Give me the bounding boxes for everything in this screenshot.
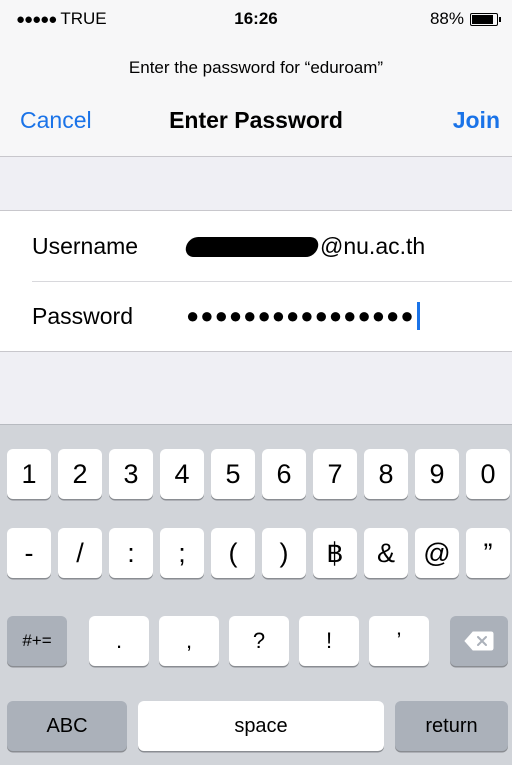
- username-suffix: @nu.ac.th: [320, 232, 426, 259]
- key-close-paren[interactable]: ): [262, 528, 306, 578]
- text-cursor: [416, 302, 420, 331]
- key-7[interactable]: 7: [313, 449, 357, 499]
- battery-percent: 88%: [429, 9, 464, 28]
- battery-fill: [472, 14, 494, 24]
- password-field[interactable]: ●●●●●●●●●●●●●●●●: [186, 302, 420, 331]
- page-title: Enter Password: [169, 107, 343, 133]
- symbols-key[interactable]: #+=: [7, 616, 67, 666]
- space-key[interactable]: space: [138, 701, 384, 751]
- key-9[interactable]: 9: [415, 449, 459, 499]
- username-label: Username: [32, 232, 139, 259]
- battery-status: 88%: [429, 9, 501, 29]
- key-3[interactable]: 3: [109, 449, 153, 499]
- return-key[interactable]: return: [395, 701, 508, 751]
- redaction-mark: [183, 237, 321, 258]
- password-label: Password: [32, 302, 133, 329]
- key-slash[interactable]: /: [58, 528, 102, 578]
- key-5[interactable]: 5: [211, 449, 255, 499]
- key-1[interactable]: 1: [7, 449, 51, 499]
- key-open-paren[interactable]: (: [211, 528, 255, 578]
- abc-key[interactable]: ABC: [7, 701, 127, 751]
- key-apostrophe[interactable]: ’: [369, 616, 429, 666]
- key-hyphen[interactable]: -: [7, 528, 51, 578]
- status-bar: ●●●●● TRUE 16:26 88%: [0, 0, 512, 40]
- key-at[interactable]: @: [415, 528, 459, 578]
- key-ampersand[interactable]: &: [364, 528, 408, 578]
- key-2[interactable]: 2: [58, 449, 102, 499]
- key-0[interactable]: 0: [466, 449, 510, 499]
- key-period[interactable]: .: [89, 616, 149, 666]
- key-quote[interactable]: ”: [466, 528, 510, 578]
- backspace-icon: [464, 631, 494, 651]
- password-mask: ●●●●●●●●●●●●●●●●: [186, 302, 415, 328]
- key-8[interactable]: 8: [364, 449, 408, 499]
- battery-icon: [470, 12, 501, 26]
- password-row[interactable]: Password ●●●●●●●●●●●●●●●●: [32, 281, 512, 351]
- key-colon[interactable]: :: [109, 528, 153, 578]
- key-baht[interactable]: ฿: [313, 528, 357, 578]
- keyboard: 1 2 3 4 5 6 7 8 9 0 - / : ; ( ) ฿ & @ ” …: [0, 424, 512, 765]
- password-prompt: Enter the password for “eduroam”: [128, 58, 384, 77]
- credentials-form: Username @nu.ac.th Password ●●●●●●●●●●●●…: [0, 210, 512, 352]
- key-semicolon[interactable]: ;: [160, 528, 204, 578]
- key-exclamation[interactable]: !: [299, 616, 359, 666]
- key-question[interactable]: ?: [229, 616, 289, 666]
- username-field[interactable]: @nu.ac.th: [183, 232, 426, 260]
- key-6[interactable]: 6: [262, 449, 306, 499]
- join-button[interactable]: Join: [453, 107, 500, 134]
- username-row[interactable]: Username @nu.ac.th: [32, 211, 512, 282]
- nav-header: Enter the password for “eduroam” Cancel …: [0, 40, 512, 157]
- delete-key[interactable]: [450, 616, 508, 666]
- key-comma[interactable]: ,: [159, 616, 219, 666]
- key-4[interactable]: 4: [160, 449, 204, 499]
